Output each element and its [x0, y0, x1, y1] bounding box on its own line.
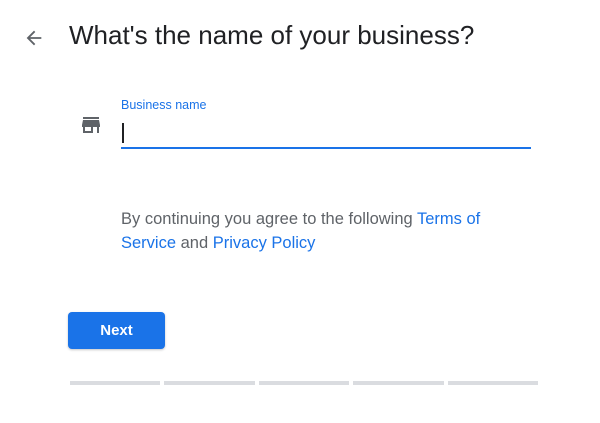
progress-step	[353, 381, 444, 385]
arrow-back-icon	[26, 30, 42, 46]
progress-step	[70, 381, 161, 385]
terms-prefix: By continuing you agree to the following	[121, 210, 417, 228]
business-name-label: Business name	[121, 98, 207, 112]
progress-step	[164, 381, 255, 385]
next-button[interactable]: Next	[68, 312, 165, 349]
page-title: What's the name of your business?	[69, 20, 475, 50]
storefront-icon	[82, 117, 100, 133]
progress-step	[447, 381, 539, 385]
privacy-policy-link[interactable]: Privacy Policy	[213, 234, 316, 252]
terms-conjunction: and	[176, 234, 213, 252]
progress-indicator	[70, 381, 539, 385]
business-name-page: What's the name of your business? Busine…	[0, 0, 600, 423]
progress-step	[258, 381, 350, 385]
text-cursor	[122, 123, 124, 143]
input-underline-focused	[121, 147, 531, 149]
business-name-field[interactable]: Business name	[121, 96, 531, 150]
back-button[interactable]	[20, 24, 48, 52]
business-name-input[interactable]	[121, 118, 529, 146]
terms-notice: By continuing you agree to the following…	[121, 207, 526, 255]
